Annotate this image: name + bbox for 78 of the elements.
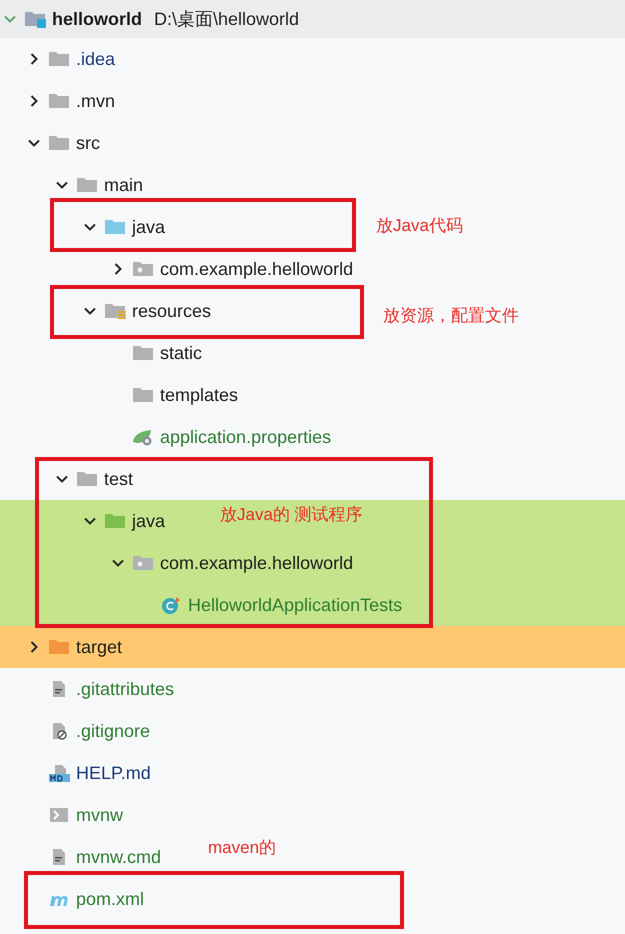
tree-row[interactable]: com.example.helloworld [0, 248, 625, 290]
annotation-note: 放Java的 测试程序 [220, 504, 363, 526]
tree-row[interactable]: templates [0, 374, 625, 416]
folder-icon [76, 470, 98, 488]
project-name: helloworld [52, 8, 142, 30]
chevron-down-icon[interactable] [28, 137, 40, 149]
tree-row[interactable]: mvnw [0, 794, 625, 836]
tree-item-label: .gitignore [76, 720, 150, 742]
chevron-right-icon[interactable] [28, 53, 40, 65]
chevron-down-icon[interactable] [56, 473, 68, 485]
chevron-down-icon[interactable] [84, 515, 96, 527]
tree-item-label: static [160, 342, 202, 364]
package-icon [132, 260, 154, 278]
package-icon [132, 554, 154, 572]
chevron-right-icon[interactable] [28, 95, 40, 107]
tree-item-label: com.example.helloworld [160, 552, 354, 574]
tree-item-label: resources [132, 300, 212, 322]
tree-item-label: com.example.helloworld [160, 258, 354, 280]
tree-row[interactable]: com.example.helloworld [0, 542, 625, 584]
tree-row[interactable]: .mvn [0, 80, 625, 122]
class-icon [160, 596, 182, 614]
tree-row[interactable]: application.properties [0, 416, 625, 458]
folder-icon [76, 176, 98, 194]
tree-item-label: pom.xml [76, 888, 144, 910]
tree-row[interactable]: HelloworldApplicationTests [0, 584, 625, 626]
project-row[interactable]: helloworld D:\桌面\helloworld [0, 0, 625, 38]
leaf-gear-icon [132, 428, 154, 446]
tree-item-label: src [76, 132, 100, 154]
tree-row[interactable]: mvnw.cmd maven的 [0, 836, 625, 878]
tree-row[interactable]: target [0, 626, 625, 668]
annotation-note: 放Java代码 [376, 215, 463, 237]
annotation-note: maven的 [208, 837, 276, 859]
tree-row[interactable]: java 放Java代码 [0, 206, 625, 248]
tree-row[interactable]: .gitattributes [0, 668, 625, 710]
tree-row[interactable]: .gitignore [0, 710, 625, 752]
chevron-down-icon[interactable] [84, 221, 96, 233]
tree-item-label: .mvn [76, 90, 116, 112]
tree-row[interactable]: src [0, 122, 625, 164]
tree-item-label: test [104, 468, 134, 490]
folder-icon [48, 92, 70, 110]
folder-icon [132, 386, 154, 404]
tree-item-label: main [104, 174, 144, 196]
annotation-note: 放资源，配置文件 [383, 305, 519, 327]
chevron-right-icon[interactable] [112, 263, 124, 275]
chevron-down-icon[interactable] [84, 305, 96, 317]
tree-row[interactable]: main [0, 164, 625, 206]
chevron-right-icon[interactable] [28, 641, 40, 653]
resources-folder-icon [104, 302, 126, 320]
project-path: D:\桌面\helloworld [154, 8, 300, 31]
tree-item-label: application.properties [160, 426, 332, 448]
tree-item-label: mvnw.cmd [76, 846, 162, 868]
tree-row[interactable]: .idea [0, 38, 625, 80]
chevron-down-icon[interactable] [56, 179, 68, 191]
tree-row[interactable]: test [0, 458, 625, 500]
tree-item-label: java [132, 216, 166, 238]
tree-item-label: HELP.md [76, 762, 151, 784]
folder-icon [104, 512, 126, 530]
module-icon [24, 10, 46, 28]
tree-item-label: java [132, 510, 166, 532]
folder-icon [104, 218, 126, 236]
folder-icon [132, 344, 154, 362]
folder-icon [48, 50, 70, 68]
tree-item-label: target [76, 636, 122, 658]
tree-row[interactable]: java 放Java的 测试程序 [0, 500, 625, 542]
tree-item-label: .gitattributes [76, 678, 174, 700]
chevron-down-icon[interactable] [112, 557, 124, 569]
tree-item-label: .idea [76, 48, 116, 70]
terminal-icon [48, 806, 70, 824]
markdown-file-icon [48, 764, 70, 782]
tree-row[interactable]: resources 放资源，配置文件 [0, 290, 625, 332]
folder-icon [48, 134, 70, 152]
folder-icon [48, 638, 70, 656]
tree-row[interactable]: pom.xml [0, 878, 625, 920]
tree-row[interactable]: static [0, 332, 625, 374]
tree-item-label: mvnw [76, 804, 124, 826]
tree-item-label: templates [160, 384, 238, 406]
tree-item-label: HelloworldApplicationTests [188, 594, 402, 616]
tree-row[interactable]: HELP.md [0, 752, 625, 794]
